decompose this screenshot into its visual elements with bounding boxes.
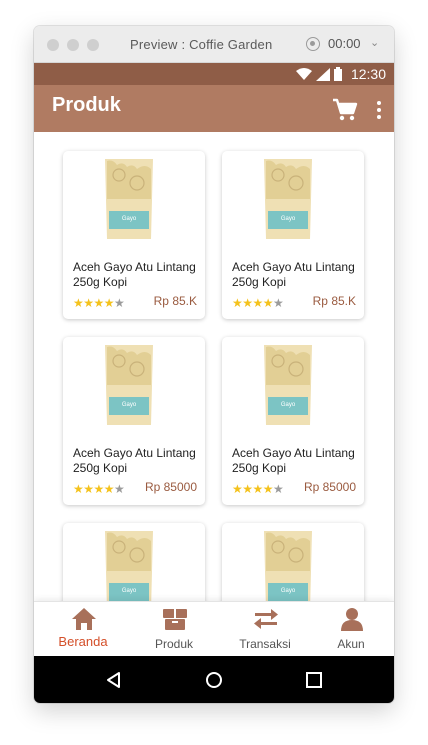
chevron-down-icon[interactable]: ⌄: [370, 36, 379, 49]
rating-stars: ★★★★★: [73, 482, 125, 496]
product-card[interactable]: Gayo Aceh Gayo Atu Lintang 250g Kopi ★★★…: [222, 151, 364, 319]
signal-icon: [316, 67, 330, 81]
nav-item-transaksi[interactable]: Transaksi: [220, 602, 310, 657]
coffee-bag-image: Gayo: [105, 159, 153, 239]
box-icon: [163, 609, 187, 630]
rating-stars: ★★★★★: [232, 482, 284, 496]
recents-icon[interactable]: [304, 670, 324, 690]
product-name: Aceh Gayo Atu Lintang 250g Kopi: [232, 260, 355, 289]
bag-label: Gayo: [281, 588, 296, 594]
system-navigation-bar: [34, 656, 394, 703]
product-card[interactable]: Gayo Aceh Gayo Atu Lintang 250g Kopi ★★★…: [63, 151, 205, 319]
coffee-bag-image: Gayo: [264, 159, 312, 239]
zoom-window-button[interactable]: [87, 39, 99, 51]
product-grid: Gayo Aceh Gayo Atu Lintang 250g Kopi ★★★…: [34, 132, 394, 601]
home-button-icon[interactable]: [204, 670, 224, 690]
transfer-icon: [254, 609, 278, 629]
product-name: Aceh Gayo Atu Lintang 250g Kopi: [73, 446, 196, 475]
back-icon[interactable]: [104, 670, 124, 690]
home-icon: [72, 608, 96, 630]
rating-stars: ★★★★★: [232, 296, 284, 310]
window-title: Preview : Coffie Garden: [130, 37, 273, 52]
cart-icon[interactable]: [332, 98, 358, 122]
nav-label: Transaksi: [239, 637, 291, 651]
rating-stars: ★★★★★: [73, 296, 125, 310]
product-card[interactable]: Gayo: [63, 523, 205, 601]
status-time: 12:30: [350, 66, 386, 82]
product-price: Rp 85000: [303, 480, 356, 494]
product-card[interactable]: Gayo Aceh Gayo Atu Lintang 250g Kopi ★★★…: [222, 337, 364, 505]
minimize-window-button[interactable]: [67, 39, 79, 51]
timer-display: 00:00: [328, 36, 361, 51]
product-name: Aceh Gayo Atu Lintang 250g Kopi: [73, 260, 196, 289]
nav-item-produk[interactable]: Produk: [129, 602, 219, 657]
app-bar: Produk: [34, 85, 394, 132]
nav-label: Akun: [337, 637, 365, 651]
nav-item-beranda[interactable]: Beranda: [38, 602, 128, 657]
battery-icon: [334, 67, 342, 81]
person-icon: [341, 608, 363, 631]
wifi-icon: [296, 67, 312, 80]
bottom-navigation: Beranda Produk Transaksi Akun: [34, 601, 394, 656]
bag-label: Gayo: [122, 216, 137, 222]
bag-label: Gayo: [122, 402, 137, 408]
window-titlebar: Preview : Coffie Garden 00:00 ⌄: [34, 26, 394, 63]
more-options-icon[interactable]: [372, 99, 386, 121]
page-title: Produk: [52, 94, 121, 116]
nav-label: Beranda: [58, 634, 108, 649]
product-name: Aceh Gayo Atu Lintang 250g Kopi: [232, 446, 355, 475]
device-window: Preview : Coffie Garden 00:00 ⌄ 12:30 Pr…: [34, 26, 394, 703]
coffee-bag-image: Gayo: [105, 345, 153, 425]
coffee-bag-image: Gayo: [105, 531, 153, 601]
product-card[interactable]: Gayo Aceh Gayo Atu Lintang 250g Kopi ★★★…: [63, 337, 205, 505]
coffee-bag-image: Gayo: [264, 345, 312, 425]
bag-label: Gayo: [122, 588, 137, 594]
record-icon: [306, 37, 320, 51]
close-window-button[interactable]: [47, 39, 59, 51]
coffee-bag-image: Gayo: [264, 531, 312, 601]
bag-label: Gayo: [281, 402, 296, 408]
product-card[interactable]: Gayo: [222, 523, 364, 601]
bag-label: Gayo: [281, 216, 296, 222]
status-bar: 12:30: [34, 63, 394, 85]
nav-label: Produk: [154, 637, 194, 651]
product-price: Rp 85.K: [312, 294, 356, 308]
nav-item-akun[interactable]: Akun: [306, 602, 394, 657]
product-price: Rp 85000: [144, 480, 197, 494]
product-price: Rp 85.K: [153, 294, 197, 308]
